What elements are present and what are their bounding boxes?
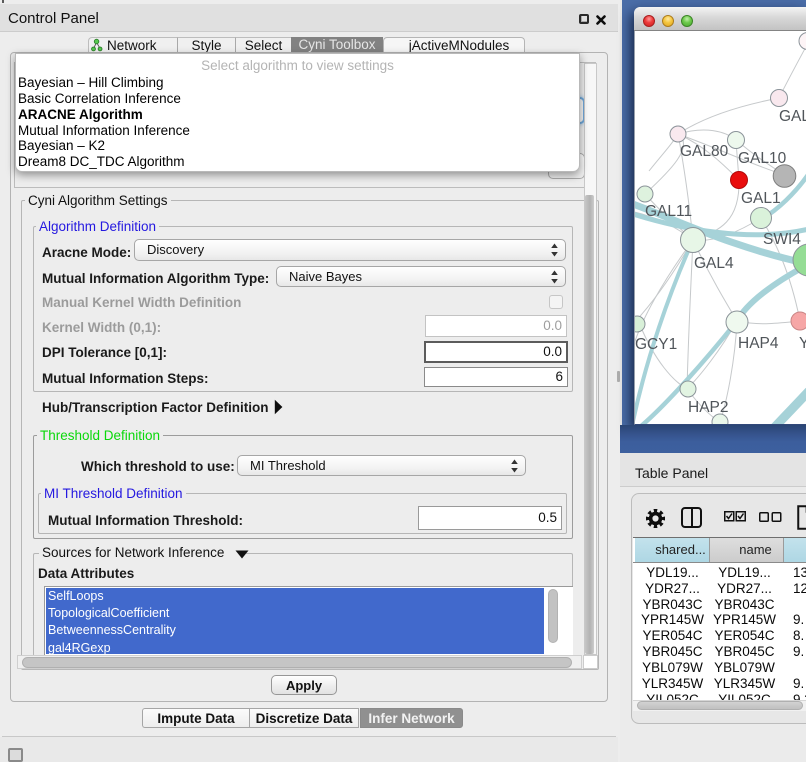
svg-text:GAL11: GAL11 xyxy=(645,203,692,220)
svg-text:GAL1: GAL1 xyxy=(741,190,781,207)
svg-text:SWI4: SWI4 xyxy=(763,231,801,248)
svg-text:GCY1: GCY1 xyxy=(635,336,677,353)
svg-text:HAP2: HAP2 xyxy=(688,399,729,416)
svg-text:HAP4: HAP4 xyxy=(738,335,779,352)
svg-text:GAL: GAL xyxy=(779,108,806,125)
svg-text:GAL10: GAL10 xyxy=(738,150,787,167)
svg-text:Y: Y xyxy=(799,335,806,352)
svg-text:GAL4: GAL4 xyxy=(694,255,734,272)
svg-text:GAL80: GAL80 xyxy=(680,143,729,160)
